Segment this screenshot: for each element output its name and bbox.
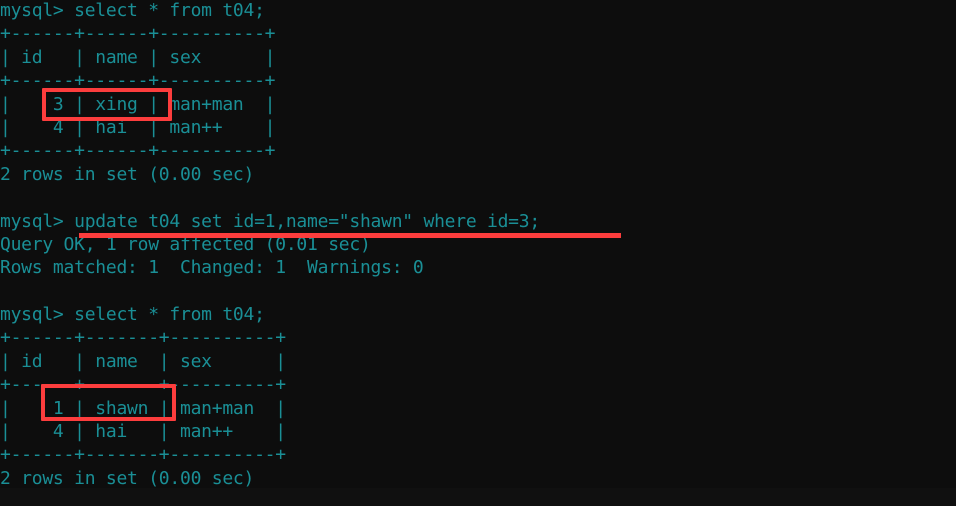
- terminal-line-table2-header: | id | name | sex |: [0, 350, 286, 372]
- terminal-line-update-rows-matched: Rows matched: 1 Changed: 1 Warnings: 0: [0, 257, 424, 279]
- terminal-line-command-select-2: mysql> select * from t04;: [0, 304, 265, 326]
- terminal-line-table2-border-mid: +------+-------+----------+: [0, 374, 286, 396]
- terminal-line-update-query-ok: Query OK, 1 row affected (0.01 sec): [0, 233, 371, 255]
- terminal-line-table1-border-bottom: +------+------+----------+: [0, 140, 276, 162]
- terminal-line-table2-row-1: | 1 | shawn | man+man |: [0, 397, 286, 419]
- terminal-line-table2-row-2: | 4 | hai | man++ |: [0, 421, 286, 443]
- terminal-line-command-select-1: mysql> select * from t04;: [0, 0, 265, 21]
- terminal-line-table1-row-2: | 4 | hai | man++ |: [0, 116, 276, 138]
- terminal-line-table1-border-mid: +------+------+----------+: [0, 70, 276, 92]
- terminal-line-table2-border-top: +------+-------+----------+: [0, 327, 286, 349]
- terminal-line-table2-rowcount: 2 rows in set (0.00 sec): [0, 467, 255, 489]
- terminal-bottom-bar: [0, 488, 956, 506]
- terminal-line-table1-border-top: +------+------+----------+: [0, 23, 276, 45]
- terminal-line-table1-header: | id | name | sex |: [0, 46, 276, 68]
- terminal-line-table1-row-1: | 3 | xing | man+man |: [0, 93, 276, 115]
- terminal-line-spacer-1: [0, 186, 956, 209]
- terminal-line-command-update: mysql> update t04 set id=1,name="shawn" …: [0, 210, 540, 232]
- mysql-terminal-window[interactable]: mysql> select * from t04; +------+------…: [0, 0, 956, 506]
- terminal-output-area: mysql> select * from t04; +------+------…: [0, 0, 956, 490]
- terminal-line-table1-rowcount: 2 rows in set (0.00 sec): [0, 163, 255, 185]
- terminal-line-spacer-2: [0, 280, 956, 303]
- terminal-line-table2-border-bottom: +------+-------+----------+: [0, 444, 286, 466]
